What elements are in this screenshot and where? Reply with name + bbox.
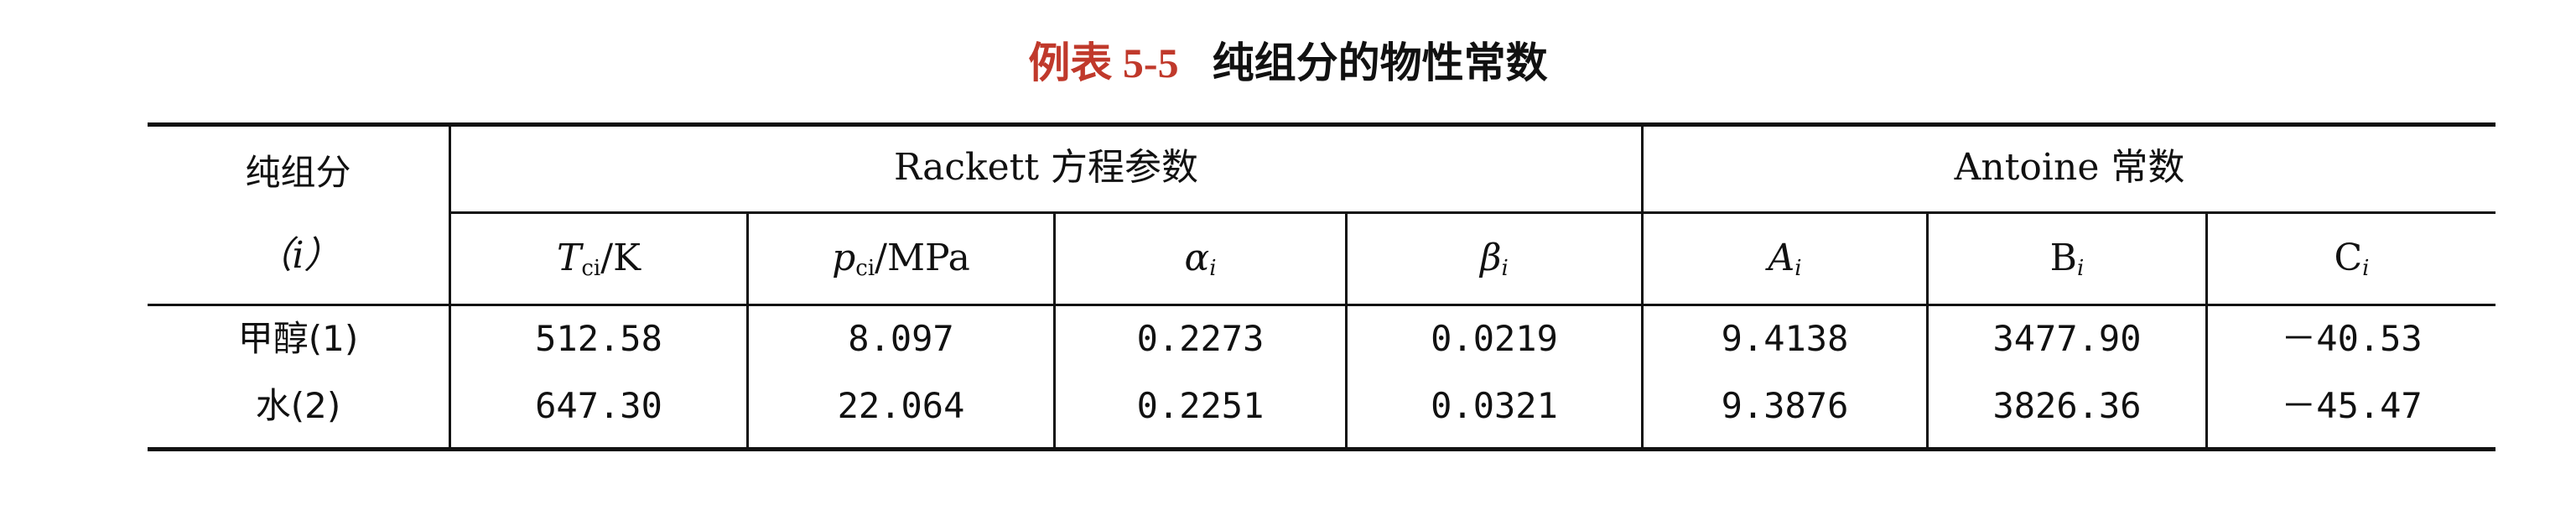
alpha-subscript: i (1209, 256, 1217, 281)
top-rule (148, 122, 2496, 127)
tc-symbol: T (557, 237, 582, 279)
component-index-text: （i） (255, 234, 341, 277)
tc-subscript: ci (581, 256, 601, 281)
c-symbol: C (2334, 237, 2363, 279)
beta-subscript: i (1501, 256, 1509, 281)
tc-column-header: Tci/K (451, 235, 746, 292)
component-cell: 甲醇(1) (237, 318, 359, 359)
c-column-header: Ci (2208, 235, 2496, 292)
alpha-column-header: αi (1056, 235, 1345, 292)
antoine-group-header: Antoine 常数 (1954, 146, 2185, 189)
rackett-group-header: Rackett 方程参数 (893, 146, 1199, 189)
b-cell: 3477.90 (1992, 318, 2142, 359)
tc-cell: 647.30 (535, 385, 662, 426)
table-caption: 例表 5-5 纯组分的物性常数 (0, 34, 2576, 92)
a-symbol: A (1768, 237, 1795, 279)
beta-symbol: β (1480, 237, 1502, 279)
b-cell: 3826.36 (1992, 385, 2142, 426)
alpha-symbol: α (1184, 237, 1210, 279)
beta-column-header: βi (1348, 235, 1641, 292)
beta-cell: 0.0219 (1431, 318, 1558, 359)
pc-unit: /MPa (875, 237, 970, 279)
b-subscript: i (2077, 256, 2085, 281)
pc-cell: 22.064 (837, 385, 965, 426)
pc-cell: 8.097 (848, 318, 954, 359)
a-subscript: i (1794, 256, 1802, 281)
c-subscript: i (2362, 256, 2370, 281)
a-cell: 9.3876 (1721, 385, 1849, 426)
a-column-header: Ai (1644, 235, 1926, 292)
b-column-header: Bi (1929, 235, 2205, 292)
pc-subscript: ci (855, 256, 875, 281)
c-cell: －45.47 (2281, 385, 2423, 426)
a-cell: 9.4138 (1721, 318, 1849, 359)
c-cell: －40.53 (2281, 318, 2423, 359)
table-title: 纯组分的物性常数 (1212, 39, 1548, 87)
alpha-cell: 0.2251 (1136, 385, 1265, 426)
beta-cell: 0.0321 (1431, 385, 1558, 426)
alpha-cell: 0.2273 (1136, 318, 1265, 359)
pc-symbol: p (832, 237, 856, 279)
pc-column-header: pci/MPa (749, 235, 1053, 292)
table-number: 例表 5-5 (1028, 39, 1179, 86)
header-bottom-rule (148, 304, 2496, 306)
component-cell: 水(2) (255, 385, 341, 426)
component-header-label: 纯组分 (245, 152, 351, 193)
tc-cell: 512.58 (535, 318, 662, 359)
tc-unit: /K (600, 237, 641, 279)
b-symbol: B (2049, 237, 2077, 279)
component-header-index: （i） (148, 232, 449, 279)
group-header-rule (449, 211, 2496, 214)
bottom-rule (148, 447, 2496, 451)
